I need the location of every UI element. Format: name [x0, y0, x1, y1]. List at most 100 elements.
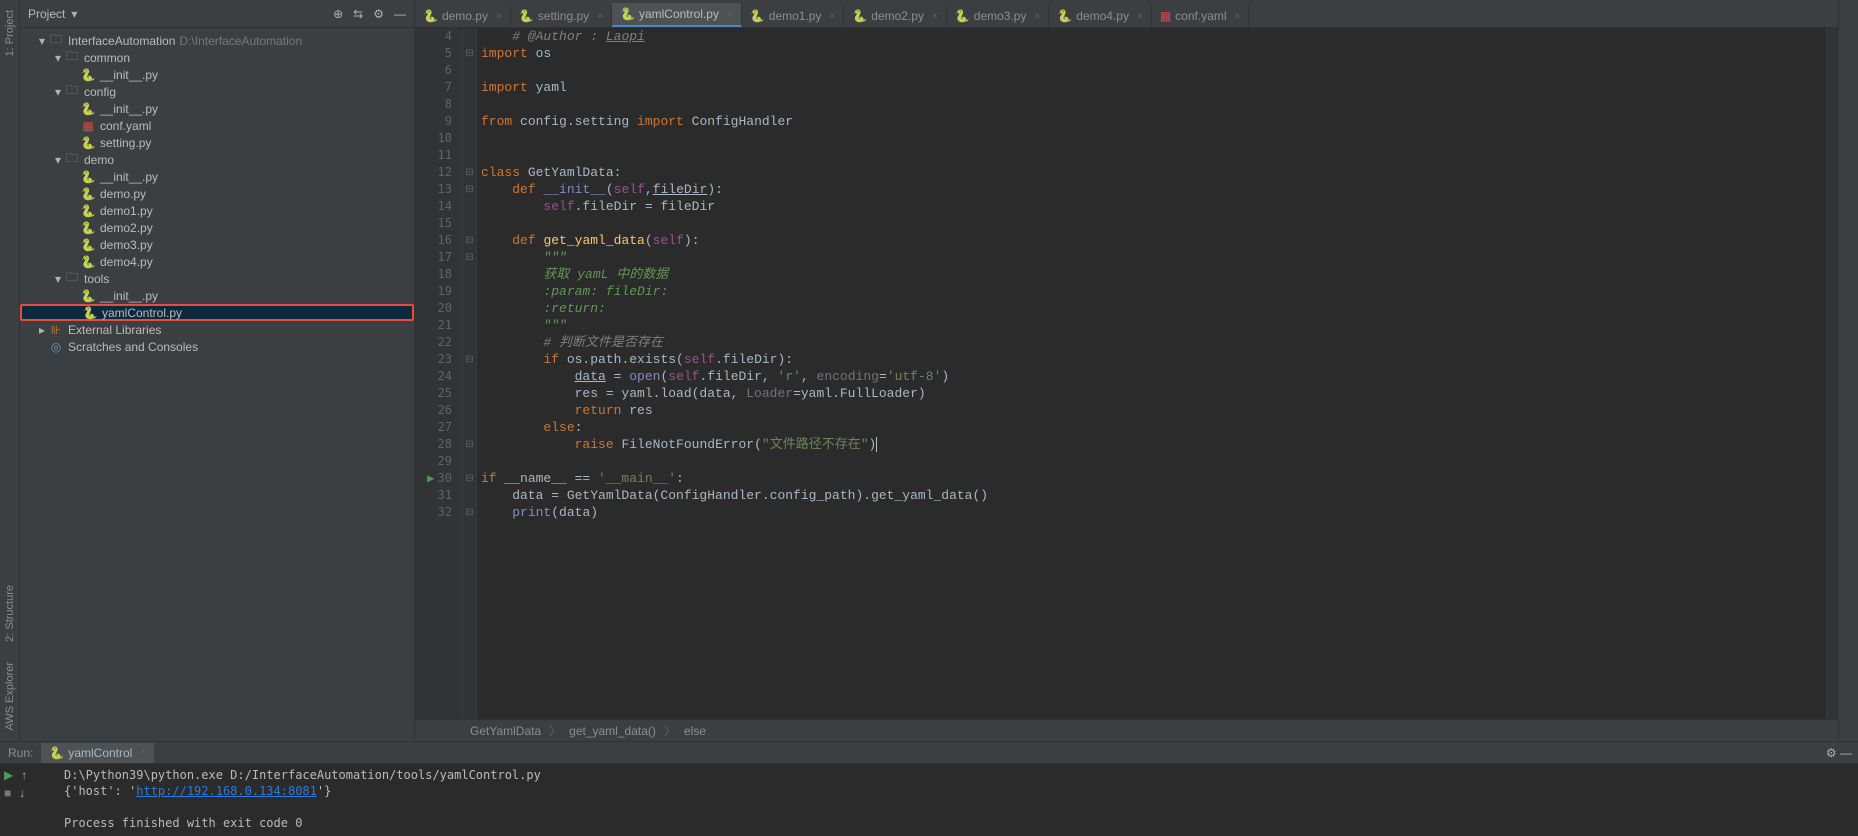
code-line[interactable]: """ — [481, 249, 1826, 266]
code-line[interactable]: # 判断文件是否存在 — [481, 334, 1826, 351]
close-icon[interactable]: × — [136, 747, 146, 758]
line-number[interactable]: 22 — [415, 334, 452, 351]
tree-item-__init__.py[interactable]: 🐍__init__.py — [20, 287, 414, 304]
vbar-aws[interactable]: AWS Explorer — [4, 662, 16, 731]
close-icon[interactable]: × — [492, 11, 502, 22]
code-line[interactable]: print(data) — [481, 504, 1826, 521]
line-number[interactable]: 20 — [415, 300, 452, 317]
tree-item-tools[interactable]: ▾🗀tools — [20, 270, 414, 287]
tab-conf.yaml[interactable]: ▦conf.yaml× — [1152, 5, 1250, 27]
line-number[interactable]: 23 — [415, 351, 452, 368]
scroll-map[interactable] — [1826, 28, 1838, 719]
line-number[interactable]: ▶ 30 — [415, 470, 452, 487]
line-number[interactable]: 28 — [415, 436, 452, 453]
line-number[interactable]: 10 — [415, 130, 452, 147]
code-line[interactable] — [481, 453, 1826, 470]
line-number[interactable]: 15 — [415, 215, 452, 232]
tab-demo4.py[interactable]: 🐍demo4.py× — [1049, 5, 1152, 27]
code-line[interactable] — [481, 147, 1826, 164]
line-number[interactable]: 29 — [415, 453, 452, 470]
expand-arrow-icon[interactable]: ▾ — [36, 34, 48, 48]
breadcrumb-2[interactable]: else — [684, 724, 706, 738]
tree-item-yamlControl.py[interactable]: 🐍yamlControl.py — [20, 304, 414, 321]
code-line[interactable]: return res — [481, 402, 1826, 419]
tab-demo3.py[interactable]: 🐍demo3.py× — [947, 5, 1050, 27]
fold-icon[interactable]: ⊟ — [463, 164, 476, 181]
line-number[interactable]: 4 — [415, 28, 452, 45]
code-line[interactable]: :param: fileDir: — [481, 283, 1826, 300]
code-line[interactable]: """ — [481, 317, 1826, 334]
code-line[interactable]: import os — [481, 45, 1826, 62]
tab-demo.py[interactable]: 🐍demo.py× — [415, 5, 511, 27]
tab-demo2.py[interactable]: 🐍demo2.py× — [844, 5, 947, 27]
code-line[interactable]: data = open(self.fileDir, 'r', encoding=… — [481, 368, 1826, 385]
run-tab[interactable]: 🐍 yamlControl × — [41, 743, 154, 763]
code-line[interactable]: def __init__(self,fileDir): — [481, 181, 1826, 198]
breadcrumb-1[interactable]: get_yaml_data() — [569, 724, 656, 738]
hide-icon[interactable]: — — [394, 7, 406, 21]
line-number[interactable]: 24 — [415, 368, 452, 385]
expand-arrow-icon[interactable]: ▸ — [36, 323, 48, 337]
code-line[interactable] — [481, 96, 1826, 113]
tree-item-demo.py[interactable]: 🐍demo.py — [20, 185, 414, 202]
expand-arrow-icon[interactable]: ▾ — [52, 85, 64, 99]
close-icon[interactable]: × — [928, 11, 938, 22]
breadcrumb-0[interactable]: GetYamlData — [470, 724, 541, 738]
vbar-project[interactable]: 1: Project — [4, 10, 16, 56]
code-line[interactable]: self.fileDir = fileDir — [481, 198, 1826, 215]
tab-setting.py[interactable]: 🐍setting.py× — [511, 5, 612, 27]
tree-item-common[interactable]: ▾🗀common — [20, 49, 414, 66]
code-line[interactable]: :return: — [481, 300, 1826, 317]
tree-item-demo3.py[interactable]: 🐍demo3.py — [20, 236, 414, 253]
vbar-structure[interactable]: 2: Structure — [4, 585, 16, 642]
line-number[interactable]: 12 — [415, 164, 452, 181]
tab-demo1.py[interactable]: 🐍demo1.py× — [742, 5, 845, 27]
run-settings-icon[interactable]: ⚙ — — [1826, 746, 1852, 760]
code-line[interactable]: res = yaml.load(data, Loader=yaml.FullLo… — [481, 385, 1826, 402]
code-line[interactable] — [481, 215, 1826, 232]
line-number[interactable]: 13 — [415, 181, 452, 198]
code-line[interactable]: import yaml — [481, 79, 1826, 96]
locate-icon[interactable]: ⊕ — [333, 7, 343, 21]
code-line[interactable]: class GetYamlData: — [481, 164, 1826, 181]
settings-icon[interactable]: ⚙ — [373, 7, 384, 21]
code-line[interactable]: from config.setting import ConfigHandler — [481, 113, 1826, 130]
close-icon[interactable]: × — [1231, 11, 1241, 22]
expand-arrow-icon[interactable]: ▾ — [52, 272, 64, 286]
tree-item-demo[interactable]: ▾🗀demo — [20, 151, 414, 168]
collapse-icon[interactable]: ⇆ — [353, 7, 363, 21]
tree-item-Scratches and Consoles[interactable]: ◎Scratches and Consoles — [20, 338, 414, 355]
line-number[interactable]: 6 — [415, 62, 452, 79]
line-number[interactable]: 19 — [415, 283, 452, 300]
code-line[interactable] — [481, 62, 1826, 79]
fold-icon[interactable]: ⊟ — [463, 351, 476, 368]
project-label[interactable]: Project — [28, 7, 65, 21]
fold-icon[interactable]: ⊟ — [463, 181, 476, 198]
code-area[interactable]: # @Author : Laopiimport os import yaml fro… — [477, 28, 1826, 719]
expand-arrow-icon[interactable]: ▾ — [52, 153, 64, 167]
code-line[interactable]: # @Author : Laopi — [481, 28, 1826, 45]
code-line[interactable]: data = GetYamlData(ConfigHandler.config_… — [481, 487, 1826, 504]
tree-item-conf.yaml[interactable]: ▦conf.yaml — [20, 117, 414, 134]
line-gutter[interactable]: 4567891011121314151617181920212223242526… — [415, 28, 463, 719]
line-number[interactable]: 18 — [415, 266, 452, 283]
tab-yamlControl.py[interactable]: 🐍yamlControl.py× — [612, 3, 742, 27]
fold-icon[interactable]: ⊟ — [463, 45, 476, 62]
line-number[interactable]: 25 — [415, 385, 452, 402]
line-number[interactable]: 17 — [415, 249, 452, 266]
rerun-icon[interactable]: ▶ — [4, 768, 13, 782]
stop-icon[interactable]: ■ — [4, 786, 11, 800]
line-number[interactable]: 14 — [415, 198, 452, 215]
code-line[interactable]: raise FileNotFoundError("文件路径不存在") — [481, 436, 1826, 453]
close-icon[interactable]: × — [1133, 11, 1143, 22]
line-number[interactable]: 26 — [415, 402, 452, 419]
tree-item-config[interactable]: ▾🗀config — [20, 83, 414, 100]
line-number[interactable]: 16 — [415, 232, 452, 249]
code-line[interactable]: if os.path.exists(self.fileDir): — [481, 351, 1826, 368]
fold-gutter[interactable]: ⊟⊟⊟⊟⊟⊟⊟⊟⊟ — [463, 28, 477, 719]
line-number[interactable]: 11 — [415, 147, 452, 164]
line-number[interactable]: 27 — [415, 419, 452, 436]
line-number[interactable]: 31 — [415, 487, 452, 504]
tree-item-__init__.py[interactable]: 🐍__init__.py — [20, 168, 414, 185]
line-number[interactable]: 9 — [415, 113, 452, 130]
